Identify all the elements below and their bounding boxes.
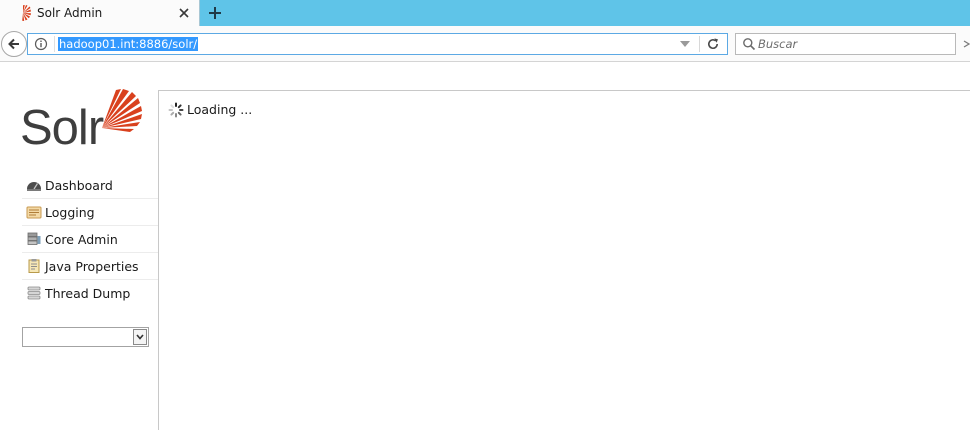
sidebar-menu: Dashboard Logging Core Admin Java Proper… xyxy=(22,172,158,307)
sidebar-item-label: Thread Dump xyxy=(45,286,131,301)
loading-text: Loading ... xyxy=(187,102,253,117)
main-content: Loading ... xyxy=(158,90,970,430)
url-history-dropdown-icon[interactable] xyxy=(680,40,690,48)
browser-tab[interactable]: Solr Admin xyxy=(0,0,200,26)
dashboard-icon xyxy=(27,182,41,191)
tab-strip: Solr Admin xyxy=(0,0,970,26)
close-tab-icon[interactable] xyxy=(177,6,191,20)
sidebar-item-label: Dashboard xyxy=(45,178,113,193)
sidebar-item-label: Logging xyxy=(45,205,95,220)
url-text[interactable]: hadoop01.int:8886/solr/ xyxy=(58,37,199,51)
sidebar-item-dashboard[interactable]: Dashboard xyxy=(22,172,158,199)
reload-icon[interactable] xyxy=(706,37,720,51)
core-selector-button[interactable] xyxy=(133,329,147,345)
search-placeholder: Buscar xyxy=(758,37,798,51)
new-tab-icon[interactable] xyxy=(207,5,223,21)
url-divider xyxy=(54,36,55,52)
url-separator xyxy=(699,36,700,52)
chevron-down-icon xyxy=(136,334,144,340)
info-icon[interactable] xyxy=(34,37,48,51)
address-bar[interactable]: hadoop01.int:8886/solr/ xyxy=(27,33,728,55)
core-admin-icon xyxy=(27,232,41,245)
sidebar-item-logging[interactable]: Logging xyxy=(22,199,158,226)
java-properties-icon xyxy=(28,259,40,273)
solr-sunburst-icon xyxy=(102,89,142,132)
sidebar-item-label: Core Admin xyxy=(45,232,118,247)
search-icon xyxy=(743,38,756,51)
toolbar-overflow-icon[interactable] xyxy=(963,40,970,48)
loading-spinner-icon xyxy=(168,102,184,118)
tab-title: Solr Admin xyxy=(37,6,103,20)
solr-logo-text: Solr xyxy=(20,101,104,155)
sidebar-item-core-admin[interactable]: Core Admin xyxy=(22,226,158,253)
solr-favicon-icon xyxy=(22,5,31,21)
search-bar[interactable]: Buscar xyxy=(735,33,956,55)
sidebar-item-java-properties[interactable]: Java Properties xyxy=(22,253,158,280)
logging-icon xyxy=(26,206,42,219)
sidebar-item-thread-dump[interactable]: Thread Dump xyxy=(22,280,158,307)
core-selector-dropdown[interactable] xyxy=(22,327,149,347)
thread-dump-icon xyxy=(27,286,41,300)
navigation-toolbar: hadoop01.int:8886/solr/ Buscar xyxy=(0,26,970,62)
sidebar-item-label: Java Properties xyxy=(45,259,139,274)
back-arrow-icon xyxy=(8,38,19,50)
back-button[interactable] xyxy=(1,31,27,57)
